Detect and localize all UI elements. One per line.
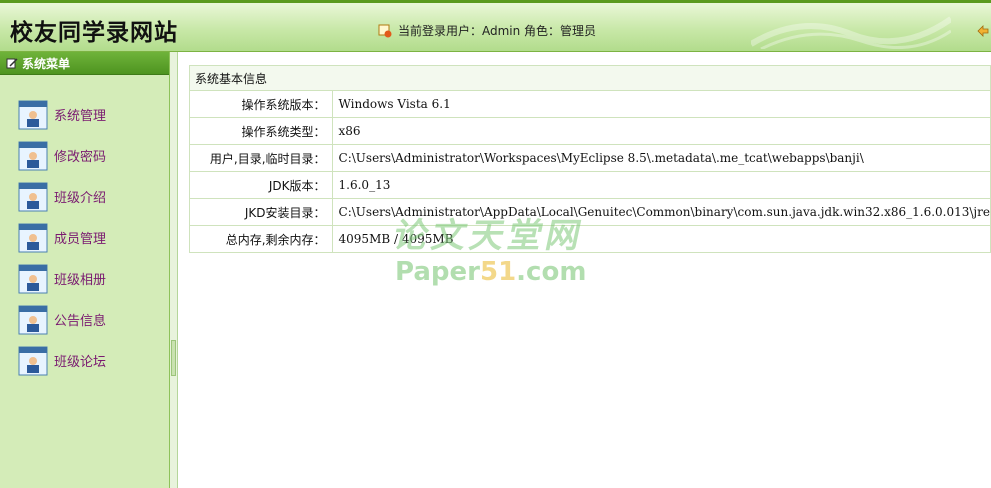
row-label: 操作系统版本： (189, 90, 333, 118)
sidebar-item-system-management[interactable]: 系统管理 (18, 94, 106, 135)
table-row: 用户,目录,临时目录： C:\Users\Administrator\Works… (189, 144, 991, 172)
row-label: JDK版本： (189, 171, 333, 199)
watermark-en-suffix: .com (516, 257, 587, 287)
table-caption-row: 系统基本信息 (189, 65, 991, 91)
row-label: 用户,目录,临时目录： (189, 144, 333, 172)
user-card-icon (18, 141, 48, 170)
sidebar-header: 系统菜单 (0, 52, 169, 75)
sidebar-item-change-password[interactable]: 修改密码 (18, 135, 106, 176)
header-decoration (751, 16, 951, 49)
site-title: 校友同学录网站 (10, 19, 178, 46)
user-role-icon (378, 24, 392, 38)
sidebar-item-class-intro[interactable]: 班级介绍 (18, 176, 106, 217)
table-title: 系统基本信息 (189, 65, 991, 91)
watermark-en-num: 51 (479, 257, 517, 287)
watermark-en-prefix: Paper (395, 257, 480, 287)
sidebar-item-label: 公告信息 (54, 314, 107, 329)
row-value: C:\Users\Administrator\AppData\Local\Gen… (331, 198, 991, 226)
user-card-icon (18, 264, 48, 293)
system-info-table: 系统基本信息 操作系统版本： Windows Vista 6.1 操作系统类型：… (189, 65, 991, 253)
row-label: JKD安装目录： (189, 198, 333, 226)
menu-edit-icon (6, 58, 18, 69)
table-row: JDK版本： 1.6.0_13 (189, 171, 991, 199)
sidebar-item-label: 班级介绍 (54, 191, 107, 206)
table-row: 操作系统类型： x86 (189, 117, 991, 145)
sidebar-item-announcements[interactable]: 公告信息 (18, 299, 106, 340)
row-label: 总内存,剩余内存： (189, 225, 333, 253)
sidebar-item-class-album[interactable]: 班级相册 (18, 258, 106, 299)
user-card-icon (18, 100, 48, 129)
row-value: Windows Vista 6.1 (331, 90, 991, 118)
sidebar-item-member-management[interactable]: 成员管理 (18, 217, 106, 258)
watermark-en: Paper51.com (395, 257, 586, 287)
user-card-icon (18, 346, 48, 375)
table-row: JKD安装目录： C:\Users\Administrator\AppData\… (189, 198, 991, 226)
table-row: 操作系统版本： Windows Vista 6.1 (189, 90, 991, 118)
splitter-handle[interactable] (171, 340, 176, 376)
top-header: 校友同学录网站 当前登录用户：Admin 角色：管理员 (0, 0, 991, 52)
row-value: 4095MB / 4095MB (331, 225, 991, 253)
row-label: 操作系统类型： (189, 117, 333, 145)
user-card-icon (18, 305, 48, 334)
sidebar-item-label: 班级论坛 (54, 355, 107, 370)
table-row: 总内存,剩余内存： 4095MB / 4095MB (189, 225, 991, 253)
sidebar-menu: 系统管理 修改密码 班级介绍 成员管理 班级相册 公告信息 班级论坛 (18, 94, 106, 381)
row-value: x86 (331, 117, 991, 145)
user-card-icon (18, 223, 48, 252)
sidebar-item-label: 系统管理 (54, 109, 107, 124)
user-card-icon (18, 182, 48, 211)
row-value: C:\Users\Administrator\Workspaces\MyEcli… (331, 144, 991, 172)
sidebar-item-label: 修改密码 (54, 150, 107, 165)
sidebar: 系统菜单 系统管理 修改密码 班级介绍 成员管理 班级相册 公告信息 班级论坛 (0, 52, 170, 488)
sidebar-title: 系统菜单 (22, 56, 71, 71)
user-info-text: 当前登录用户：Admin 角色：管理员 (398, 24, 597, 38)
sidebar-item-label: 成员管理 (54, 232, 107, 247)
current-user-info: 当前登录用户：Admin 角色：管理员 (378, 22, 596, 39)
exit-arrow-icon[interactable] (977, 22, 989, 37)
sidebar-splitter[interactable] (170, 52, 178, 488)
row-value: 1.6.0_13 (331, 171, 991, 199)
main-content: 系统基本信息 操作系统版本： Windows Vista 6.1 操作系统类型：… (189, 65, 991, 253)
sidebar-item-class-forum[interactable]: 班级论坛 (18, 340, 106, 381)
sidebar-item-label: 班级相册 (54, 273, 107, 288)
